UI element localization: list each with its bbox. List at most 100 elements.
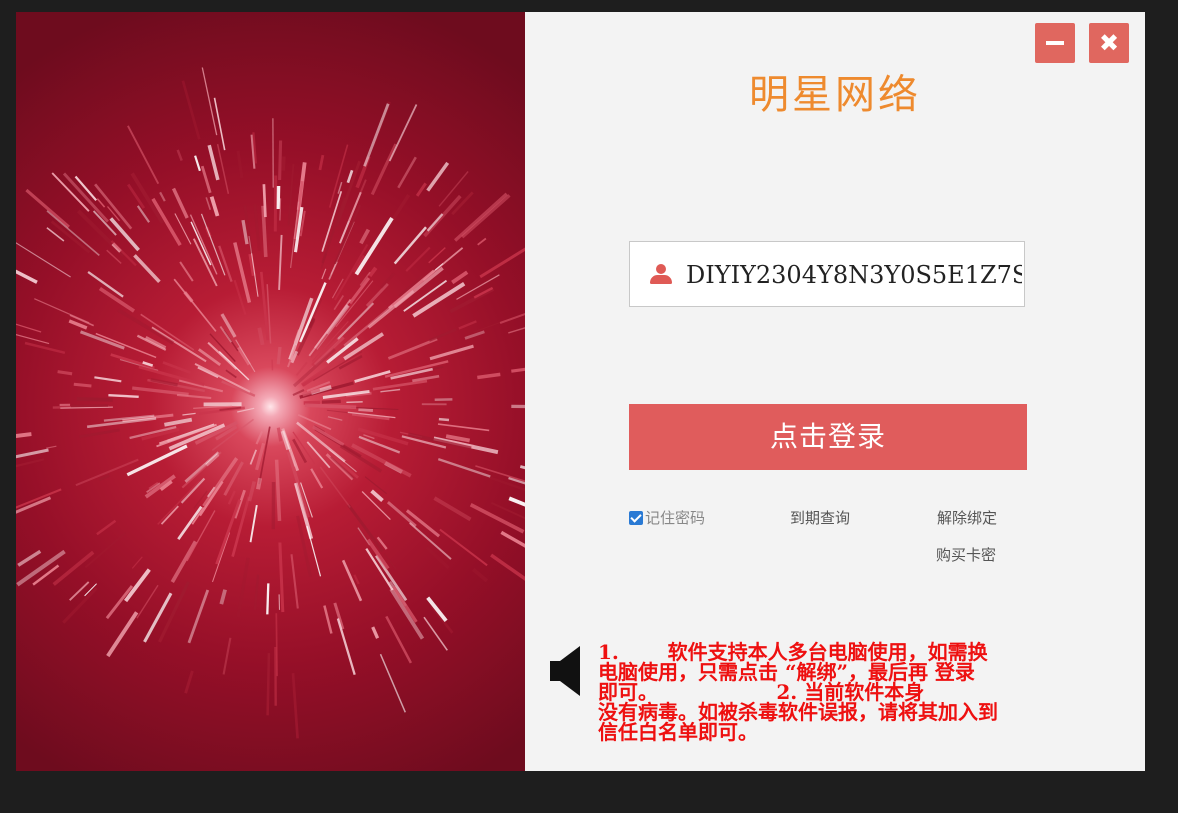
burst-streak — [458, 320, 477, 330]
close-button[interactable]: ✖ — [1089, 23, 1129, 63]
burst-streak — [439, 528, 488, 567]
burst-streak — [351, 406, 399, 411]
burst-streak — [237, 346, 251, 366]
burst-streak — [159, 191, 166, 202]
burst-streak — [98, 474, 110, 482]
burst-streak — [16, 334, 50, 345]
minimize-icon — [1046, 41, 1064, 45]
burst-streak — [347, 504, 384, 553]
notice-line: 没有病毒。如被杀毒软件误报，请将其加入到 — [598, 700, 998, 724]
burst-streak — [371, 626, 380, 639]
expiry-query-link[interactable]: 到期查询 — [790, 507, 850, 528]
burst-streak — [299, 282, 327, 343]
burst-streak — [16, 269, 38, 284]
burst-streak — [464, 330, 485, 340]
burst-streak — [511, 404, 525, 409]
burst-streak — [318, 154, 325, 171]
burst-streak — [176, 149, 183, 162]
burst-streak — [438, 417, 450, 422]
burst-streak — [162, 361, 191, 374]
burst-streak — [247, 481, 257, 502]
burst-streak — [144, 336, 167, 350]
burst-streak — [184, 670, 194, 694]
burst-streak — [132, 386, 189, 397]
burst-streak — [105, 585, 134, 620]
burst-streak — [94, 376, 122, 383]
user-icon — [648, 264, 674, 286]
burst-streak — [430, 605, 454, 634]
burst-streak — [16, 432, 32, 438]
burst-streak — [158, 581, 190, 643]
burst-streak — [481, 473, 525, 492]
burst-streak — [96, 519, 117, 536]
burst-streak — [256, 477, 263, 490]
burst-streak — [348, 277, 371, 305]
burst-streak — [357, 427, 409, 446]
burst-streak — [207, 144, 220, 181]
burst-streak — [184, 451, 220, 483]
burst-streak — [392, 586, 418, 623]
burst-streak — [16, 242, 71, 278]
burst-streak — [321, 399, 341, 404]
account-field[interactable] — [629, 241, 1025, 307]
burst-streak — [173, 278, 217, 332]
speaker-icon[interactable] — [550, 646, 582, 696]
burst-streak — [437, 423, 490, 432]
burst-streak — [499, 313, 525, 324]
burst-streak — [34, 298, 90, 324]
burst-streak — [222, 637, 232, 675]
buy-card-link[interactable]: 购买卡密 — [936, 544, 996, 565]
burst-streak — [235, 339, 256, 373]
burst-streak — [84, 531, 127, 569]
burst-streak — [278, 140, 283, 181]
close-icon: ✖ — [1098, 29, 1120, 57]
remember-password-label: 记住密码 — [645, 509, 706, 527]
burst-streak — [291, 673, 299, 739]
remember-password-checkbox[interactable]: 记住密码 — [629, 507, 705, 528]
burst-streak — [304, 403, 357, 410]
burst-streak — [131, 556, 143, 569]
background-artwork — [16, 12, 525, 771]
burst-streak — [511, 367, 525, 373]
login-button[interactable]: 点击登录 — [629, 404, 1027, 470]
burst-streak — [387, 337, 438, 360]
burst-streak — [179, 261, 194, 282]
burst-streak — [290, 554, 299, 609]
burst-streak — [136, 584, 159, 619]
burst-streak — [490, 501, 525, 520]
burst-streak — [209, 196, 220, 217]
burst-streak — [397, 156, 417, 189]
burst-streak — [219, 589, 227, 605]
minimize-button[interactable] — [1035, 23, 1075, 63]
unbind-link[interactable]: 解除绑定 — [937, 507, 997, 528]
burst-streak — [280, 430, 291, 451]
burst-streak — [179, 340, 220, 369]
burst-streak — [508, 327, 525, 334]
notice-text: 1. 软件支持本人多台电脑使用，如需换 电脑使用，只需点击 “解绑”，最后再 登… — [598, 642, 1118, 742]
burst-streak — [24, 341, 66, 355]
burst-streak — [236, 557, 250, 618]
burst-streak — [233, 242, 252, 304]
checkbox-checked-icon[interactable] — [629, 511, 643, 525]
burst-streak — [76, 397, 113, 402]
burst-streak — [96, 198, 106, 208]
burst-streak — [176, 393, 212, 400]
burst-streak — [236, 150, 244, 179]
burst-streak — [266, 583, 270, 615]
burst-streak — [194, 155, 201, 172]
burst-streak — [428, 328, 457, 342]
burst-streak — [266, 653, 271, 716]
burst-streak — [73, 382, 92, 388]
account-input[interactable] — [686, 255, 1022, 295]
burst-streak — [312, 425, 345, 447]
burst-streak — [151, 197, 182, 246]
burst-streak — [292, 438, 308, 464]
burst-streak — [17, 549, 42, 567]
burst-streak — [276, 185, 281, 210]
burst-streak — [133, 254, 161, 284]
burst-streak — [363, 103, 390, 167]
burst-streak — [354, 370, 391, 383]
burst-streak — [106, 611, 139, 658]
notice-line: 电脑使用，只需点击 “解绑”，最后再 登录 — [598, 660, 975, 684]
burst-streak — [451, 270, 469, 285]
